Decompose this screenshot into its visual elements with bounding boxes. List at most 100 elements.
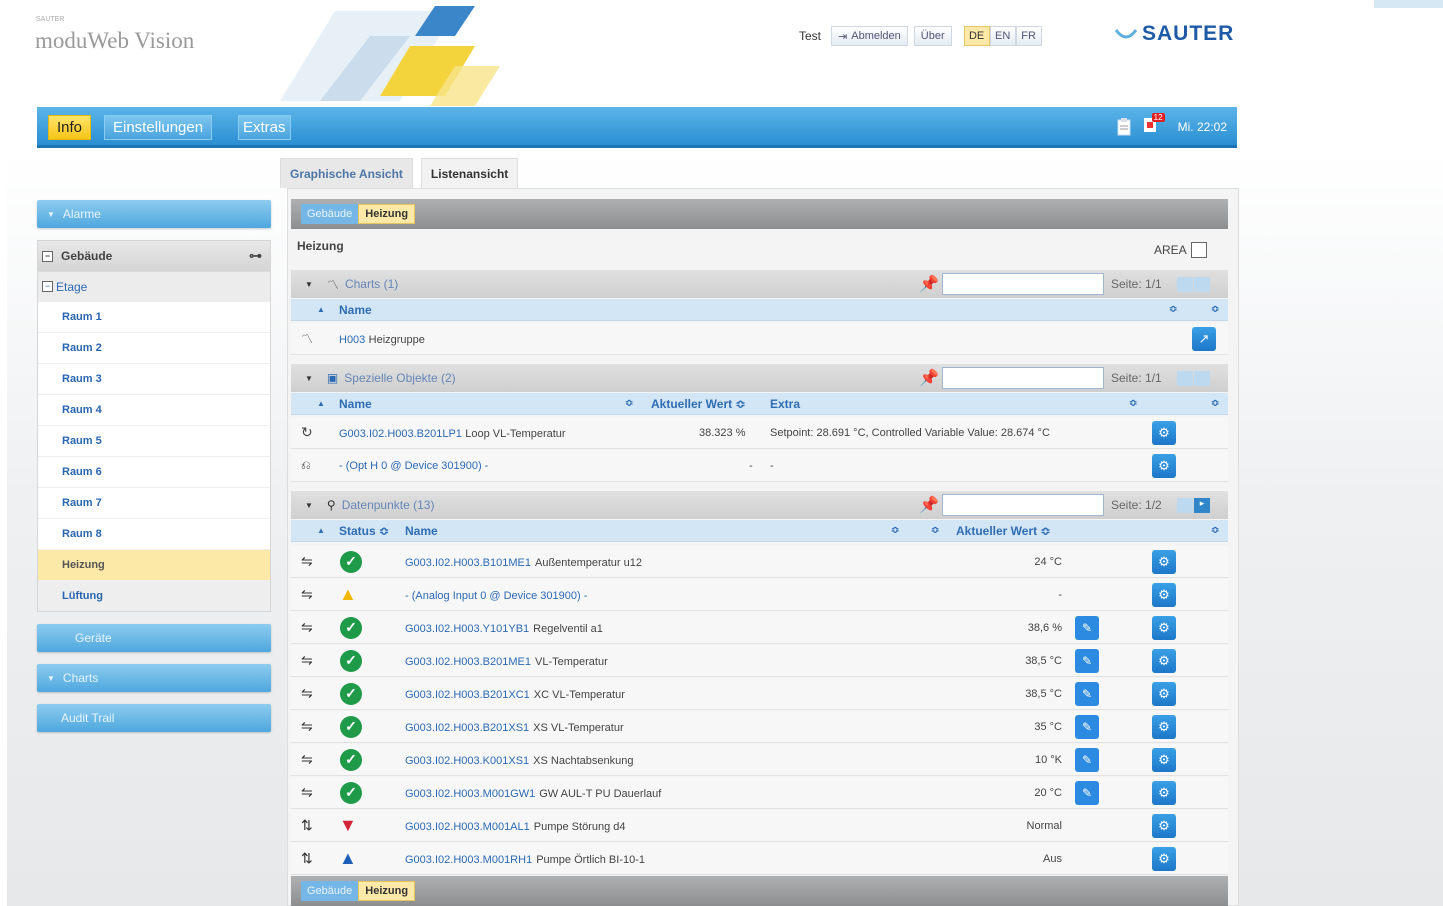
sidebar-item-raum-5[interactable]: Raum 5 [38,425,270,456]
sidebar-item-raum-8[interactable]: Raum 8 [38,518,270,549]
chevron-down-icon[interactable]: ▼ [305,501,313,510]
table-row[interactable]: ↻ G003.I02.H003.B201LP1 Loop VL-Temperat… [291,417,1228,449]
table-row[interactable]: ⇋ ✓ G003.I02.H003.M001GW1 GW AUL-T PU Dauer… [291,777,1228,809]
breadcrumb-heizung[interactable]: Heizung [358,204,416,224]
row-id[interactable]: - (Opt H 0 @ Device 301900) - [339,460,488,472]
edit-value-button[interactable]: ✎ [1075,648,1099,673]
open-details-button[interactable]: ⚙ [1152,747,1176,772]
section-datapoints-header[interactable]: ▼ ⚲ Datenpunkte (13) 📌 Seite: 1/2 ▸ [291,491,1228,519]
sidebar-item-raum-3[interactable]: Raum 3 [38,363,270,394]
table-row[interactable]: ⇋ ▲ - (Analog Input 0 @ Device 301900) - - ⚙ [291,579,1228,611]
breadcrumb-gebaeude[interactable]: Gebäude [301,204,359,224]
col-extra[interactable]: Extra [770,397,800,411]
nav-extras[interactable]: Extras [238,115,291,140]
next-page-button[interactable] [1194,371,1210,386]
open-chart-button[interactable]: ↗ [1192,326,1216,351]
sort-icon[interactable]: ≎ [931,525,939,536]
edit-value-button[interactable]: ✎ [1075,714,1099,739]
sort-icon[interactable]: ≎ [1211,525,1219,536]
logout-button[interactable]: ⇥ Abmelden [831,26,908,46]
chevron-down-icon[interactable]: ▼ [305,280,313,289]
sidebar-audit-trail[interactable]: Audit Trail [37,704,271,732]
prev-page-button[interactable] [1177,371,1193,386]
tree-gebaeude[interactable]: − Gebäude ⊶ [38,241,270,271]
breadcrumb-heizung[interactable]: Heizung [358,881,416,901]
row-id[interactable]: G003.I02.H003.B201LP1 [339,428,462,440]
open-details-button[interactable]: ⚙ [1152,453,1176,478]
col-name[interactable]: Name [339,397,372,411]
tab-graphische-ansicht[interactable]: Graphische Ansicht [280,158,413,188]
sidebar-geraete[interactable]: Geräte [37,624,271,652]
area-checkbox[interactable] [1190,242,1207,258]
sort-up-icon[interactable]: ▲ [317,305,325,314]
charts-filter-input[interactable] [942,273,1104,295]
sidebar-item-raum-7[interactable]: Raum 7 [38,487,270,518]
row-id[interactable]: H003 [339,334,365,346]
sort-icon[interactable]: ≎ [1169,304,1177,315]
sort-icon[interactable]: ≎ [1211,398,1219,409]
row-id[interactable]: G003.I02.H003.K001XS1 [405,755,529,767]
col-status[interactable]: Status ≎ [339,524,389,538]
lang-de[interactable]: DE [963,26,990,46]
collapse-icon[interactable]: − [42,250,53,262]
table-row[interactable]: ⇋ ✓ G003.I02.H003.B201XC1 XC VL-Temperatur 3… [291,678,1228,710]
lang-fr[interactable]: FR [1015,26,1042,46]
open-details-button[interactable]: ⚙ [1152,420,1176,445]
datapoints-filter-input[interactable] [942,494,1104,516]
sidebar-item-raum-2[interactable]: Raum 2 [38,332,270,363]
sidebar-item-raum-1[interactable]: Raum 1 [38,301,270,332]
edit-value-button[interactable]: ✎ [1075,780,1099,805]
prev-page-button[interactable] [1177,277,1193,292]
col-value[interactable]: Aktueller Wert ≎ [651,397,746,411]
tab-listenansicht[interactable]: Listenansicht [420,158,519,188]
row-id[interactable]: - (Analog Input 0 @ Device 301900) - [405,590,587,602]
table-row[interactable]: 〽 H003 Heizgruppe ↗ [291,323,1228,355]
special-filter-input[interactable] [942,367,1104,389]
sidebar-item-lueftung[interactable]: Lüftung [38,580,270,611]
sort-up-icon[interactable]: ▲ [317,399,325,408]
sort-up-icon[interactable]: ▲ [317,526,325,535]
section-charts-header[interactable]: ▼ 〽 Charts (1) 📌 Seite: 1/1 [291,270,1228,298]
sidebar-item-raum-6[interactable]: Raum 6 [38,456,270,487]
filter-pin-icon[interactable]: 📌 [919,495,939,515]
lang-en[interactable]: EN [989,26,1016,46]
open-details-button[interactable]: ⚙ [1152,846,1176,871]
row-id[interactable]: G003.I02.H003.B201ME1 [405,656,531,668]
table-row[interactable]: ⇋ ✓ G003.I02.H003.B101ME1 Außentemperatur u… [291,546,1228,578]
nav-info[interactable]: Info [48,115,92,140]
sidebar-item-heizung[interactable]: Heizung [38,549,270,580]
tree-etage[interactable]: − Etage [38,271,270,301]
about-button[interactable]: Über [913,26,952,46]
edit-value-button[interactable]: ✎ [1075,615,1099,640]
table-row[interactable]: ⎌ - (Opt H 0 @ Device 301900) - - - ⚙ [291,450,1228,482]
col-name[interactable]: Name [339,303,372,317]
table-row[interactable]: ⇋ ✓ G003.I02.H003.Y101YB1 Regelventil a1 38,… [291,612,1228,644]
table-row[interactable]: ⇅ ▲ G003.I02.H003.M001RH1 Pumpe Örtlich BI-… [291,843,1228,875]
open-details-button[interactable]: ⚙ [1152,780,1176,805]
chevron-down-icon[interactable]: ▼ [305,374,313,383]
breadcrumb-gebaeude[interactable]: Gebäude [301,881,359,901]
sidebar-charts[interactable]: ▼ Charts [37,664,271,692]
open-details-button[interactable]: ⚙ [1152,582,1176,607]
collapse-icon[interactable]: − [42,281,53,292]
sort-icon[interactable]: ≎ [891,525,899,536]
open-details-button[interactable]: ⚙ [1152,681,1176,706]
sidebar-item-raum-4[interactable]: Raum 4 [38,394,270,425]
open-details-button[interactable]: ⚙ [1152,714,1176,739]
prev-page-button[interactable] [1177,498,1193,513]
sort-icon[interactable]: ≎ [1211,304,1219,315]
open-details-button[interactable]: ⚙ [1152,648,1176,673]
table-row[interactable]: ⇅ ▼ G003.I02.H003.M001AL1 Pumpe Störung d4 N… [291,810,1228,842]
sidebar-alarme[interactable]: ▼ Alarme [37,200,271,228]
col-name[interactable]: Name [405,524,438,538]
table-row[interactable]: ⇋ ✓ G003.I02.H003.B201ME1 VL-Temperatur 38,5… [291,645,1228,677]
row-id[interactable]: G003.I02.H003.B201XC1 [405,689,530,701]
sort-icon[interactable]: ≎ [1129,398,1137,409]
col-value[interactable]: Aktueller Wert ≎ [956,524,1051,538]
nav-einstellungen[interactable]: Einstellungen [104,115,213,140]
table-row[interactable]: ⇋ ✓ G003.I02.H003.K001XS1 XS Nachtabsenkung… [291,744,1228,776]
open-details-button[interactable]: ⚙ [1152,615,1176,640]
clipboard-icon[interactable] [1116,117,1132,136]
tree-hierarchy-icon[interactable]: ⊶ [249,248,262,264]
row-id[interactable]: G003.I02.H003.B201XS1 [405,722,529,734]
